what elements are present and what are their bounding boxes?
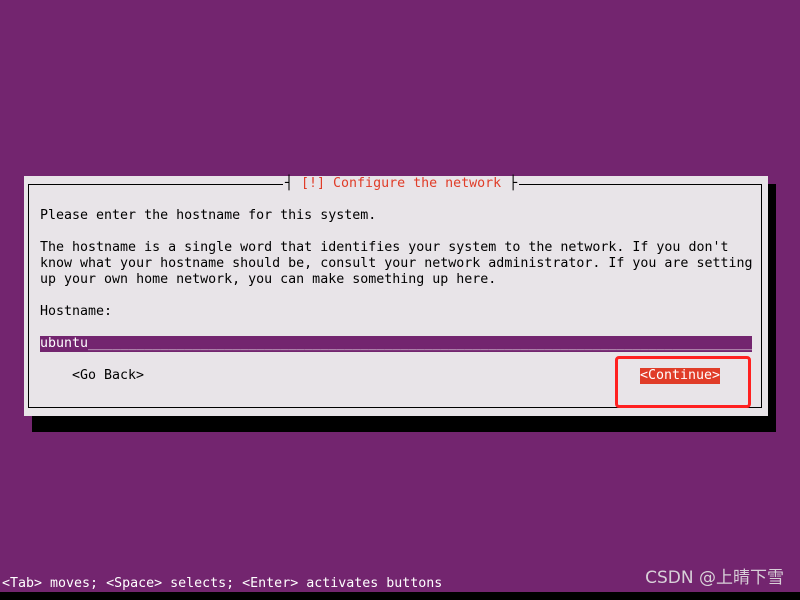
hostname-value: ubuntu [40,336,89,351]
prompt-text: Please enter the hostname for this syste… [40,208,377,223]
input-fill: ________________________________________… [88,336,752,351]
highlight-box [615,356,751,408]
bottom-strip [0,592,800,600]
watermark: CSDN @上晴下雪 [645,568,784,588]
hostname-input[interactable]: ubuntu__________________________________… [40,336,752,352]
description-line: know what your hostname should be, consu… [40,256,753,271]
hostname-label: Hostname: [40,304,113,319]
dialog-title: ┤ [!] Configure the network ├ [283,176,520,192]
description-line: up your own home network, you can make s… [40,272,497,287]
go-back-button[interactable]: <Go Back> [72,368,144,384]
description-line: The hostname is a single word that ident… [40,240,729,255]
dialog-title-text: [!] Configure the network [301,176,502,191]
